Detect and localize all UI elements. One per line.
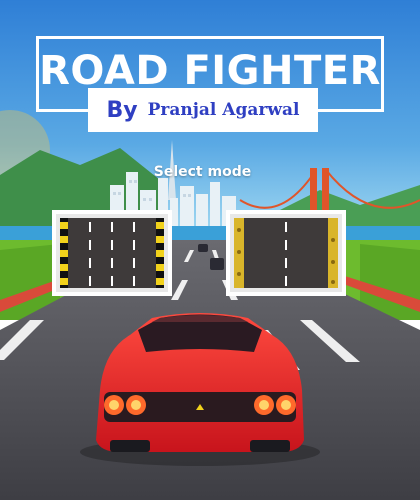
mode-2-right-edge	[328, 218, 338, 288]
mode-2-road-preview	[230, 214, 342, 292]
author-byline: By Pranjal Agarwal	[88, 88, 318, 132]
select-mode-label: Select mode	[153, 164, 252, 180]
byline-prefix: By	[106, 97, 138, 123]
mode-1-right-stripes	[156, 218, 164, 288]
game-screen: ROAD FIGHTER By Pranjal Agarwal Select m…	[0, 0, 420, 500]
author-name: Pranjal Agarwal	[147, 100, 300, 120]
mode-1-button[interactable]	[52, 210, 172, 296]
mode-2-left-edge	[234, 218, 244, 288]
mode-2-button[interactable]	[226, 210, 346, 296]
mode-1-left-stripes	[60, 218, 68, 288]
mode-1-road-preview	[56, 214, 168, 292]
